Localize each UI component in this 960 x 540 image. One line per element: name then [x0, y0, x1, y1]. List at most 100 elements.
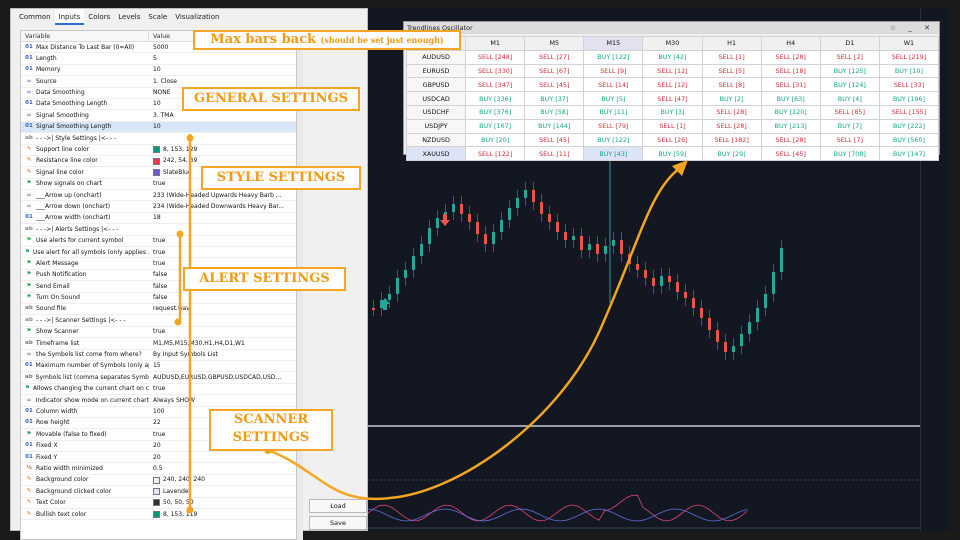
timeframe-header-h4[interactable]: H4 [760, 36, 821, 51]
input-row[interactable]: ⚑ Use alerts for current symbol true [21, 236, 296, 248]
color-swatch[interactable] [153, 146, 160, 154]
signal-cell[interactable]: BUY [3] [642, 104, 703, 120]
signal-cell[interactable]: BUY [125] [819, 63, 880, 79]
symbol-cell[interactable]: EURUSD [405, 63, 467, 79]
input-row[interactable]: 01 Fixed Y 20 [21, 452, 296, 464]
signal-cell[interactable]: BUY [122] [583, 132, 644, 148]
signal-cell[interactable]: BUY [43] [583, 146, 644, 162]
scanner-window-controls-icon[interactable]: ☆ _ ✕ [890, 22, 935, 34]
signal-cell[interactable]: SELL [47] [642, 91, 703, 106]
input-value-cell[interactable]: 20 [149, 452, 296, 462]
signal-cell[interactable]: SELL [45] [524, 77, 585, 93]
tab-inputs[interactable]: Inputs [54, 9, 85, 25]
input-value-cell[interactable]: false [149, 293, 296, 303]
color-swatch[interactable] [153, 168, 160, 176]
input-value-cell[interactable]: M1,M5,M15,M30,H1,H4,D1,W1 [149, 338, 296, 348]
signal-cell[interactable]: SELL [18] [760, 63, 821, 79]
input-value-cell[interactable]: 8, 153, 119 [149, 509, 296, 519]
input-row[interactable]: 01 Length 5 [21, 53, 296, 65]
input-row[interactable]: ab - - ->| Alerts Settings |<- - - [21, 224, 296, 236]
timeframe-header-h1[interactable]: H1 [701, 36, 762, 51]
signal-cell[interactable]: BUY [5] [583, 91, 644, 106]
input-value-cell[interactable]: true [149, 247, 296, 257]
input-row[interactable]: ½ Ratio width minimized 0.5 [21, 463, 296, 475]
signal-cell[interactable]: SELL [9] [583, 63, 644, 79]
timeframe-header-w1[interactable]: W1 [878, 36, 940, 51]
signal-cell[interactable]: SELL [5] [701, 63, 762, 79]
signal-cell[interactable]: BUY [560] [878, 132, 940, 148]
color-swatch[interactable] [153, 157, 160, 165]
signal-cell[interactable]: SELL [1] [642, 118, 703, 134]
color-swatch[interactable] [153, 487, 160, 495]
input-row[interactable]: ⚑ Turn On Sound false [21, 293, 296, 304]
signal-cell[interactable]: SELL [85] [819, 104, 880, 120]
signal-cell[interactable]: SELL [14] [583, 77, 644, 93]
input-value-cell[interactable]: 240, 240, 240 [149, 475, 296, 485]
signal-cell[interactable]: BUY [167] [465, 118, 526, 134]
input-row[interactable]: 01 Maximum number of Symbols (only ap... 1… [21, 361, 296, 373]
scanner-panel[interactable]: Trendlines Oscillator ☆ _ ✕ M1 M5 M15 M30 H1… [403, 21, 940, 162]
symbol-cell[interactable]: XAUUSD [405, 146, 467, 162]
signal-cell[interactable]: SELL [45] [524, 132, 585, 148]
signal-cell[interactable]: SELL [8] [701, 77, 762, 93]
input-row[interactable]: ✎ Support line color 8, 153, 129 [21, 145, 296, 156]
input-value-cell[interactable]: 0.5 [149, 463, 296, 473]
signal-cell[interactable]: SELL [219] [878, 49, 940, 65]
signal-cell[interactable]: BUY [196] [878, 91, 940, 106]
symbol-cell[interactable]: NZDUSD [405, 132, 467, 148]
color-swatch[interactable] [153, 499, 160, 507]
signal-cell[interactable]: BUY [376] [465, 104, 526, 120]
input-row[interactable]: ab Timeframe list M1,M5,M15,M30,H1,H4,D1,W… [21, 338, 296, 350]
signal-cell[interactable]: BUY [336] [465, 91, 526, 106]
signal-cell[interactable]: BUY [10] [878, 63, 940, 79]
signal-cell[interactable]: SELL [1] [701, 49, 762, 65]
input-value-cell[interactable]: AUDUSD,EURUSD,GBPUSD,USDCAD,USD... [149, 372, 296, 382]
input-value-cell[interactable]: 10 [149, 122, 296, 132]
signal-cell[interactable]: BUY [708] [819, 146, 880, 162]
input-value-cell[interactable]: 234 (Wide-Headed Downwards Heavy Bar... [149, 201, 296, 211]
input-row[interactable]: ⚌ Indicator show mode on current chart Alw… [21, 395, 296, 407]
signal-cell[interactable]: SELL [155] [878, 104, 940, 120]
signal-cell[interactable]: BUY [147] [878, 146, 940, 162]
input-row[interactable]: ⚑ Show Scanner true [21, 327, 296, 339]
signal-cell[interactable]: SELL [28] [760, 49, 821, 65]
signal-cell[interactable]: BUY [58] [524, 104, 585, 120]
input-value-cell[interactable]: request.wav [149, 304, 296, 314]
symbol-cell[interactable]: USDCHF [405, 104, 467, 120]
input-row[interactable]: ab Sound file request.wav [21, 304, 296, 316]
signal-cell[interactable]: BUY [4] [819, 91, 880, 106]
input-value-cell[interactable]: Lavender [149, 486, 296, 496]
input-value-cell[interactable]: 3. TMA [149, 110, 296, 120]
signal-cell[interactable]: SELL [27] [524, 49, 585, 65]
timeframe-header-m30[interactable]: M30 [642, 36, 703, 51]
input-value-cell[interactable]: Always SHOW [149, 395, 296, 405]
timeframe-header-m5[interactable]: M5 [524, 36, 585, 51]
signal-cell[interactable]: SELL [12] [642, 77, 703, 93]
signal-cell[interactable]: BUY [120] [760, 104, 821, 120]
signal-cell[interactable]: SELL [248] [465, 49, 526, 65]
input-row[interactable]: ✎ Bullish text color 8, 153, 119 [21, 509, 296, 521]
input-value-cell[interactable]: true [149, 384, 296, 394]
signal-cell[interactable]: SELL [67] [524, 63, 585, 79]
input-value-cell[interactable]: 18 [149, 213, 296, 223]
input-row[interactable]: ⚌ the Symbols list come from where? By Inp… [21, 350, 296, 361]
signal-cell[interactable]: SELL [11] [524, 146, 585, 162]
input-row[interactable]: ✎ Text Color 50, 50, 50 [21, 498, 296, 510]
save-button[interactable]: Save [309, 516, 367, 530]
signal-cell[interactable]: BUY [213] [760, 118, 821, 134]
signal-cell[interactable]: SELL [330] [465, 63, 526, 79]
tab-visualization[interactable]: Visualization [171, 9, 223, 25]
tab-scale[interactable]: Scale [144, 9, 171, 25]
timeframe-header-d1[interactable]: D1 [819, 36, 880, 51]
signal-cell[interactable]: BUY [20] [465, 132, 526, 148]
signal-cell[interactable]: SELL [2] [819, 49, 880, 65]
signal-cell[interactable]: BUY [29] [701, 146, 762, 162]
input-value-cell[interactable]: true [149, 236, 296, 246]
tab-common[interactable]: Common [15, 9, 55, 25]
timeframe-header-m15[interactable]: M15 [583, 36, 644, 51]
signal-cell[interactable]: SELL [12] [642, 63, 703, 79]
input-value-cell[interactable]: 1. Close [149, 76, 296, 86]
input-value-cell[interactable] [149, 133, 296, 143]
input-row[interactable]: 01 Signal Smoothing Length 10 [21, 121, 296, 134]
load-button[interactable]: Load [309, 499, 367, 513]
